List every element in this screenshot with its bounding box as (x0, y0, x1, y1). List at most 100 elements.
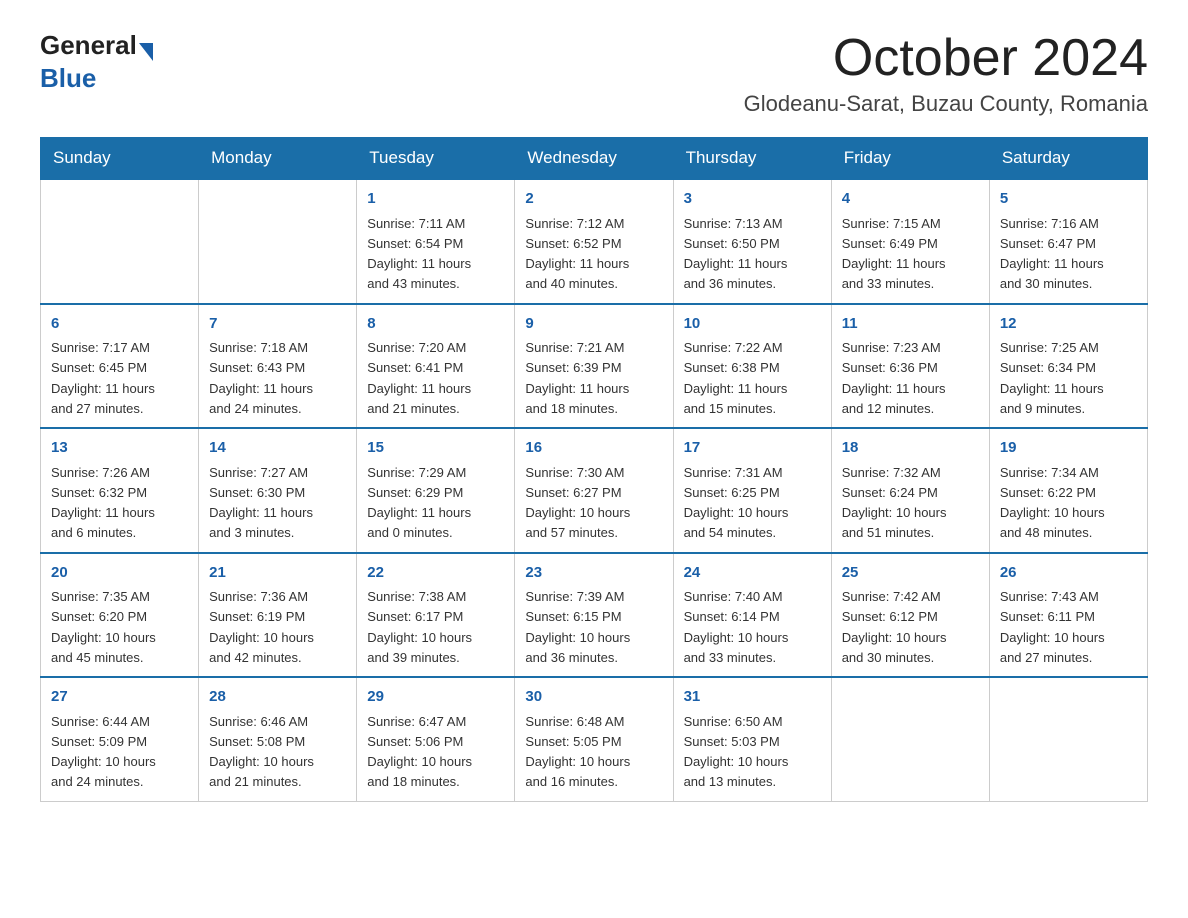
calendar-cell (989, 677, 1147, 801)
calendar-cell: 15Sunrise: 7:29 AMSunset: 6:29 PMDayligh… (357, 428, 515, 553)
day-info: Sunrise: 7:29 AMSunset: 6:29 PMDaylight:… (367, 465, 471, 541)
day-number: 13 (51, 437, 188, 460)
title-area: October 2024 Glodeanu-Sarat, Buzau Count… (744, 30, 1148, 117)
calendar-cell: 24Sunrise: 7:40 AMSunset: 6:14 PMDayligh… (673, 553, 831, 678)
header: General Blue October 2024 Glodeanu-Sarat… (40, 30, 1148, 117)
calendar-cell: 4Sunrise: 7:15 AMSunset: 6:49 PMDaylight… (831, 179, 989, 304)
day-number: 27 (51, 686, 188, 709)
day-number: 22 (367, 562, 504, 585)
logo-general-text: General (40, 30, 137, 61)
calendar-cell: 12 Sunrise: 7:25 AMSunset: 6:34 PMDayligh… (989, 304, 1147, 429)
day-info: Sunrise: 7:11 AMSunset: 6:54 PMDaylight:… (367, 216, 471, 292)
calendar-cell: 5 Sunrise: 7:16 AMSunset: 6:47 PMDaylight… (989, 179, 1147, 304)
day-info: Sunrise: 7:21 AMSunset: 6:39 PMDaylight:… (525, 340, 629, 416)
calendar-cell: 23 Sunrise: 7:39 AMSunset: 6:15 PMDayligh… (515, 553, 673, 678)
day-info: Sunrise: 7:17 AMSunset: 6:45 PMDaylight:… (51, 340, 155, 416)
day-info: Sunrise: 7:42 AMSunset: 6:12 PMDaylight:… (842, 589, 947, 665)
day-number: 9 (525, 313, 662, 336)
day-info: Sunrise: 7:34 AMSunset: 6:22 PMDaylight:… (1000, 465, 1105, 541)
calendar-cell: 26Sunrise: 7:43 AMSunset: 6:11 PMDayligh… (989, 553, 1147, 678)
day-number: 25 (842, 562, 979, 585)
day-header-wednesday: Wednesday (515, 138, 673, 180)
day-number: 19 (1000, 437, 1137, 460)
day-info: Sunrise: 7:22 AMSunset: 6:38 PMDaylight:… (684, 340, 788, 416)
calendar-cell: 8 Sunrise: 7:20 AMSunset: 6:41 PMDaylight… (357, 304, 515, 429)
day-number: 23 (525, 562, 662, 585)
day-number: 31 (684, 686, 821, 709)
calendar-cell: 27 Sunrise: 6:44 AMSunset: 5:09 PMDayligh… (41, 677, 199, 801)
calendar-cell (41, 179, 199, 304)
day-info: Sunrise: 7:18 AMSunset: 6:43 PMDaylight:… (209, 340, 313, 416)
day-info: Sunrise: 7:30 AMSunset: 6:27 PMDaylight:… (525, 465, 630, 541)
day-info: Sunrise: 6:48 AMSunset: 5:05 PMDaylight:… (525, 714, 630, 790)
day-number: 30 (525, 686, 662, 709)
day-info: Sunrise: 7:31 AMSunset: 6:25 PMDaylight:… (684, 465, 789, 541)
day-number: 6 (51, 313, 188, 336)
day-info: Sunrise: 6:50 AMSunset: 5:03 PMDaylight:… (684, 714, 789, 790)
day-info: Sunrise: 7:16 AMSunset: 6:47 PMDaylight:… (1000, 216, 1104, 292)
day-number: 17 (684, 437, 821, 460)
day-info: Sunrise: 7:26 AMSunset: 6:32 PMDaylight:… (51, 465, 155, 541)
calendar-title: October 2024 (744, 30, 1148, 87)
calendar-week-row: 1Sunrise: 7:11 AMSunset: 6:54 PMDaylight… (41, 179, 1148, 304)
calendar-cell: 20Sunrise: 7:35 AMSunset: 6:20 PMDayligh… (41, 553, 199, 678)
calendar-cell: 9 Sunrise: 7:21 AMSunset: 6:39 PMDaylight… (515, 304, 673, 429)
day-info: Sunrise: 7:38 AMSunset: 6:17 PMDaylight:… (367, 589, 472, 665)
calendar-cell: 21Sunrise: 7:36 AMSunset: 6:19 PMDayligh… (199, 553, 357, 678)
day-header-thursday: Thursday (673, 138, 831, 180)
calendar-cell: 25 Sunrise: 7:42 AMSunset: 6:12 PMDayligh… (831, 553, 989, 678)
calendar-cell: 14 Sunrise: 7:27 AMSunset: 6:30 PMDayligh… (199, 428, 357, 553)
day-number: 29 (367, 686, 504, 709)
calendar-cell: 19 Sunrise: 7:34 AMSunset: 6:22 PMDayligh… (989, 428, 1147, 553)
day-number: 14 (209, 437, 346, 460)
day-number: 8 (367, 313, 504, 336)
calendar-week-row: 13 Sunrise: 7:26 AMSunset: 6:32 PMDayligh… (41, 428, 1148, 553)
calendar-header-row: SundayMondayTuesdayWednesdayThursdayFrid… (41, 138, 1148, 180)
logo-blue-text: Blue (40, 63, 153, 94)
day-info: Sunrise: 7:13 AMSunset: 6:50 PMDaylight:… (684, 216, 788, 292)
day-number: 28 (209, 686, 346, 709)
calendar-cell: 22 Sunrise: 7:38 AMSunset: 6:17 PMDayligh… (357, 553, 515, 678)
day-number: 5 (1000, 188, 1137, 211)
day-header-friday: Friday (831, 138, 989, 180)
calendar-cell: 10 Sunrise: 7:22 AMSunset: 6:38 PMDayligh… (673, 304, 831, 429)
calendar-cell: 11Sunrise: 7:23 AMSunset: 6:36 PMDayligh… (831, 304, 989, 429)
day-number: 2 (525, 188, 662, 211)
calendar-table: SundayMondayTuesdayWednesdayThursdayFrid… (40, 137, 1148, 802)
calendar-week-row: 20Sunrise: 7:35 AMSunset: 6:20 PMDayligh… (41, 553, 1148, 678)
day-number: 7 (209, 313, 346, 336)
calendar-cell: 30 Sunrise: 6:48 AMSunset: 5:05 PMDayligh… (515, 677, 673, 801)
day-number: 3 (684, 188, 821, 211)
calendar-cell (831, 677, 989, 801)
day-info: Sunrise: 6:44 AMSunset: 5:09 PMDaylight:… (51, 714, 156, 790)
day-number: 12 (1000, 313, 1137, 336)
logo: General Blue (40, 30, 153, 94)
calendar-cell: 31 Sunrise: 6:50 AMSunset: 5:03 PMDayligh… (673, 677, 831, 801)
calendar-cell: 13 Sunrise: 7:26 AMSunset: 6:32 PMDayligh… (41, 428, 199, 553)
calendar-cell: 29 Sunrise: 6:47 AMSunset: 5:06 PMDayligh… (357, 677, 515, 801)
calendar-cell: 3 Sunrise: 7:13 AMSunset: 6:50 PMDaylight… (673, 179, 831, 304)
day-header-monday: Monday (199, 138, 357, 180)
day-number: 16 (525, 437, 662, 460)
calendar-cell: 1Sunrise: 7:11 AMSunset: 6:54 PMDaylight… (357, 179, 515, 304)
logo-arrow-icon (139, 43, 153, 61)
day-number: 11 (842, 313, 979, 336)
day-info: Sunrise: 7:27 AMSunset: 6:30 PMDaylight:… (209, 465, 313, 541)
day-number: 10 (684, 313, 821, 336)
calendar-subtitle: Glodeanu-Sarat, Buzau County, Romania (744, 91, 1148, 117)
day-info: Sunrise: 7:39 AMSunset: 6:15 PMDaylight:… (525, 589, 630, 665)
day-header-saturday: Saturday (989, 138, 1147, 180)
day-info: Sunrise: 7:32 AMSunset: 6:24 PMDaylight:… (842, 465, 947, 541)
calendar-cell: 2Sunrise: 7:12 AMSunset: 6:52 PMDaylight… (515, 179, 673, 304)
day-info: Sunrise: 7:25 AMSunset: 6:34 PMDaylight:… (1000, 340, 1104, 416)
day-number: 4 (842, 188, 979, 211)
calendar-cell: 28 Sunrise: 6:46 AMSunset: 5:08 PMDayligh… (199, 677, 357, 801)
calendar-cell: 16 Sunrise: 7:30 AMSunset: 6:27 PMDayligh… (515, 428, 673, 553)
calendar-cell: 18Sunrise: 7:32 AMSunset: 6:24 PMDayligh… (831, 428, 989, 553)
day-info: Sunrise: 6:47 AMSunset: 5:06 PMDaylight:… (367, 714, 472, 790)
day-info: Sunrise: 7:36 AMSunset: 6:19 PMDaylight:… (209, 589, 314, 665)
day-info: Sunrise: 6:46 AMSunset: 5:08 PMDaylight:… (209, 714, 314, 790)
calendar-cell (199, 179, 357, 304)
day-info: Sunrise: 7:20 AMSunset: 6:41 PMDaylight:… (367, 340, 471, 416)
calendar-cell: 6 Sunrise: 7:17 AMSunset: 6:45 PMDaylight… (41, 304, 199, 429)
